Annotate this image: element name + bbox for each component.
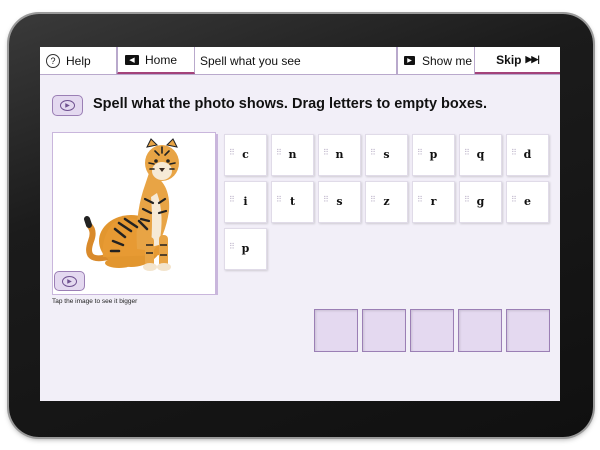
answer-slot[interactable] [458, 309, 502, 352]
answer-slot[interactable] [362, 309, 406, 352]
photo-audio-button[interactable]: ▶ [54, 271, 85, 291]
answer-slot[interactable] [410, 309, 454, 352]
help-button[interactable]: ? Help [40, 47, 117, 74]
letter-tile[interactable]: ⠿ t [271, 181, 314, 223]
skip-button[interactable]: Skip ▶▶| [475, 47, 560, 74]
answer-slot[interactable] [314, 309, 358, 352]
instruction-audio-button[interactable]: ▶ [52, 95, 83, 116]
home-label: Home [145, 52, 178, 67]
letter-tile[interactable]: ⠿ n [318, 134, 361, 176]
letter-tile[interactable]: ⠿ s [318, 181, 361, 223]
top-toolbar: ? Help ◀ Home Spell what you see ▶ Show … [40, 47, 560, 75]
answer-slot[interactable] [506, 309, 550, 352]
show-me-label: Show me [422, 53, 473, 68]
instruction-text: Spell what the photo shows. Drag letters… [93, 96, 487, 112]
letter-tile[interactable]: ⠿ d [506, 134, 549, 176]
home-button[interactable]: ◀ Home [117, 47, 195, 74]
letter-tile[interactable]: ⠿ z [365, 181, 408, 223]
letter-tile[interactable]: ⠿ c [224, 134, 267, 176]
letter-tile[interactable]: ⠿ s [365, 134, 408, 176]
help-label: Help [66, 53, 91, 68]
app-screen: ? Help ◀ Home Spell what you see ▶ Show … [40, 47, 560, 401]
question-icon: ? [46, 53, 60, 68]
skip-label: Skip [496, 52, 522, 67]
letter-tile[interactable]: ⠿ p [224, 228, 267, 270]
letter-tile[interactable]: ⠿ q [459, 134, 502, 176]
letter-tile[interactable]: ⠿ g [459, 181, 502, 223]
letter-tile[interactable]: ⠿ n [271, 134, 314, 176]
activity-title: Spell what you see [195, 47, 397, 74]
photo-caption: Tap the image to see it bigger [52, 298, 138, 305]
skip-forward-icon: ▶▶| [525, 54, 539, 64]
speech-play-icon: ▶ [62, 275, 77, 287]
letter-tile[interactable]: ⠿ e [506, 181, 549, 223]
letter-tile[interactable]: ⠿ r [412, 181, 455, 223]
play-icon: ▶ [404, 56, 415, 65]
home-back-icon: ◀ [125, 54, 139, 65]
show-me-button[interactable]: ▶ Show me [397, 47, 475, 74]
tiger-photo[interactable]: ▶ [52, 132, 216, 295]
letter-tile[interactable]: ⠿ i [224, 181, 267, 223]
tiger-image [84, 138, 179, 271]
activity-title-label: Spell what you see [200, 53, 301, 68]
photo-divider [216, 134, 218, 295]
speech-play-icon: ▶ [60, 100, 75, 111]
letter-tile[interactable]: ⠿ p [412, 134, 455, 176]
